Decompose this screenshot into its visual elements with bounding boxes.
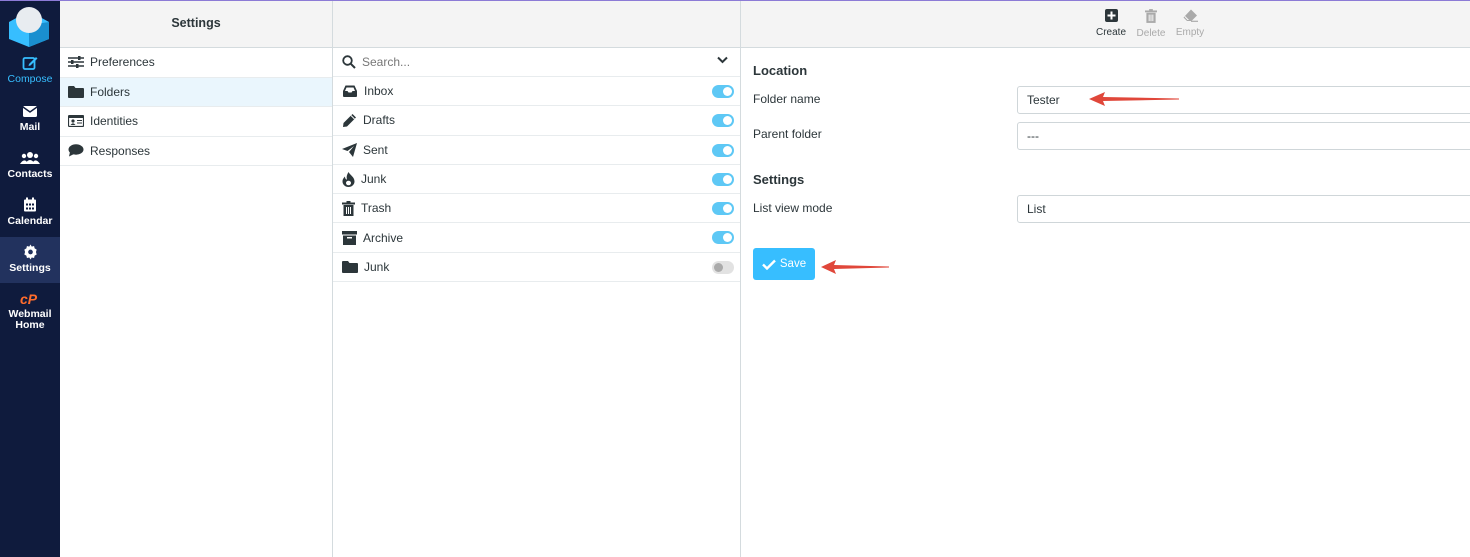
save-label: Save (779, 258, 807, 270)
nav-settings-label: Settings (9, 262, 51, 274)
nav-mail[interactable]: Mail (0, 103, 60, 133)
nav-webmail-label-2: Home (15, 319, 45, 331)
create-label: Create (1095, 27, 1126, 38)
nav-mail-label: Mail (19, 121, 41, 133)
folder-label: Junk (361, 172, 387, 187)
save-button[interactable]: Save (753, 248, 815, 280)
delete-button[interactable]: Delete (1131, 9, 1171, 39)
checkmark-icon (762, 259, 776, 270)
envelope-icon (22, 106, 38, 117)
folder-row-junk[interactable]: Junk (333, 165, 740, 195)
svg-text:cP: cP (20, 291, 38, 307)
nav-settings[interactable]: Settings (0, 237, 60, 283)
annotation-arrow-icon (1089, 92, 1179, 106)
nav-compose-label: Compose (7, 73, 53, 85)
settings-item-preferences[interactable]: Preferences (60, 48, 332, 78)
roundcube-logo[interactable] (7, 5, 51, 47)
nav-calendar-label: Calendar (7, 215, 53, 227)
sliders-icon (68, 56, 84, 69)
folder-row-junk-2[interactable]: Junk (333, 253, 740, 283)
list-view-mode-select[interactable]: List (1017, 195, 1470, 223)
location-heading: Location (753, 63, 808, 78)
folder-row-drafts[interactable]: Drafts (333, 106, 740, 136)
parent-folder-label: Parent folder (753, 127, 822, 141)
empty-button[interactable]: Empty (1170, 9, 1210, 38)
subscribe-toggle[interactable] (712, 85, 734, 98)
folder-row-inbox[interactable]: Inbox (333, 77, 740, 107)
folders-panel: Search... Inbox Drafts Sent Junk Trash A… (333, 1, 741, 557)
id-card-icon (68, 115, 84, 128)
settings-item-label: Preferences (90, 55, 155, 70)
calendar-icon (24, 197, 36, 212)
settings-item-responses[interactable]: Responses (60, 137, 332, 166)
settings-item-label: Identities (90, 114, 139, 129)
nav-calendar[interactable]: Calendar (0, 197, 60, 227)
folder-row-archive[interactable]: Archive (333, 223, 740, 253)
cpanel-icon: cP (20, 291, 38, 307)
subscribe-toggle[interactable] (712, 260, 734, 274)
empty-label: Empty (1175, 27, 1205, 38)
create-button[interactable]: Create (1091, 9, 1131, 38)
folder-search[interactable]: Search... (333, 48, 740, 77)
pencil-icon (343, 113, 356, 127)
folder-name-field[interactable]: Tester (1017, 86, 1470, 114)
folder-name-label: Folder name (753, 92, 821, 106)
settings-item-label: Responses (90, 143, 151, 158)
list-view-mode-label: List view mode (753, 201, 833, 215)
main-nav: Compose Mail Contacts Calendar Settings … (0, 1, 60, 557)
settings-heading: Settings (753, 172, 805, 187)
comment-icon (68, 144, 84, 157)
nav-webmail-home[interactable]: cP Webmail Home (0, 291, 60, 331)
search-icon (342, 55, 356, 69)
subscribe-toggle[interactable] (712, 202, 734, 216)
archive-icon (342, 230, 357, 245)
settings-title: Settings (171, 16, 221, 30)
folder-properties-panel: Create Delete Empty Location Folder name… (741, 1, 1470, 557)
trash-icon (342, 200, 355, 216)
toolbar: Create Delete Empty (741, 1, 1470, 48)
settings-item-folders[interactable]: Folders (60, 77, 332, 107)
nav-contacts-label: Contacts (7, 168, 53, 180)
folder-label: Archive (363, 230, 404, 245)
paper-plane-icon (342, 142, 357, 157)
settings-item-label: Folders (90, 84, 131, 99)
gear-icon (23, 244, 37, 260)
folder-icon (68, 85, 84, 98)
parent-folder-select[interactable]: --- (1017, 122, 1470, 150)
compose-icon (22, 57, 38, 70)
settings-item-identities[interactable]: Identities (60, 107, 332, 137)
trash-icon (1145, 9, 1157, 23)
subscribe-toggle[interactable] (712, 114, 734, 128)
eraser-icon (1183, 9, 1198, 22)
folder-label: Trash (361, 201, 392, 216)
users-icon (20, 152, 40, 164)
folder-label: Drafts (363, 113, 396, 128)
search-input[interactable]: Search... (362, 55, 410, 69)
folders-header (333, 1, 740, 48)
nav-compose[interactable]: Compose (0, 55, 60, 85)
plus-square-icon (1104, 9, 1118, 22)
nav-contacts[interactable]: Contacts (0, 150, 60, 180)
settings-header: Settings (60, 1, 332, 48)
subscribe-toggle[interactable] (712, 231, 734, 245)
folder-label: Inbox (364, 84, 394, 99)
folder-row-trash[interactable]: Trash (333, 194, 740, 224)
folder-row-sent[interactable]: Sent (333, 136, 740, 165)
settings-panel: Settings Preferences Folders Identities … (60, 1, 333, 557)
folder-label: Junk (364, 259, 390, 274)
annotation-arrow-icon (821, 260, 889, 274)
folder-icon (342, 260, 358, 273)
inbox-icon (343, 85, 357, 98)
subscribe-toggle[interactable] (712, 143, 734, 157)
chevron-down-icon[interactable] (717, 56, 728, 64)
delete-label: Delete (1136, 28, 1166, 39)
folder-label: Sent (363, 142, 388, 157)
subscribe-toggle[interactable] (712, 172, 734, 186)
fire-icon (342, 171, 355, 187)
